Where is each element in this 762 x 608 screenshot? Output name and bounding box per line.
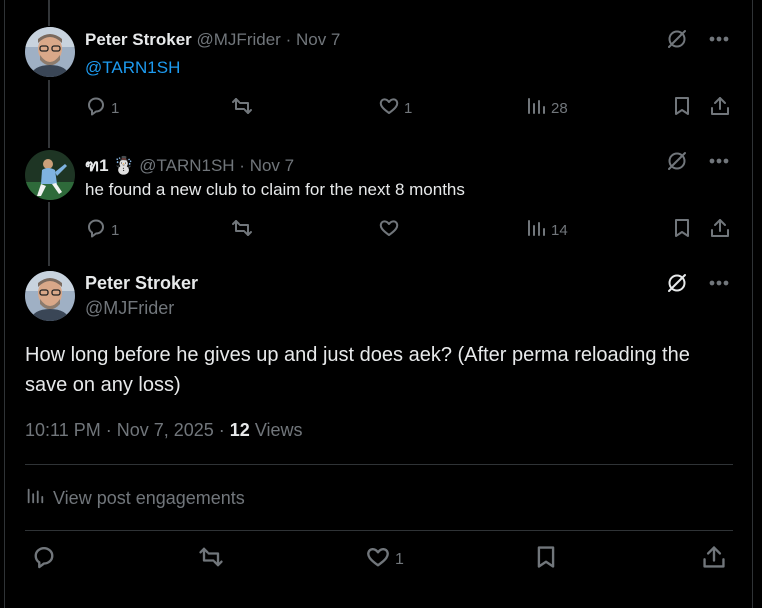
views-count: 28 (551, 99, 568, 117)
conversation-thread: Peter Stroker @MJFrider · Nov 7 @TARN1SH… (0, 0, 762, 608)
reply-count: 1 (111, 99, 120, 117)
reply-button[interactable]: 1 (85, 217, 119, 243)
engagements-label: View post engagements (53, 488, 245, 508)
repost-button[interactable] (230, 95, 258, 121)
repost-button[interactable] (230, 217, 258, 243)
divider (25, 464, 733, 465)
like-button[interactable]: 1 (365, 544, 404, 575)
avatar[interactable] (25, 27, 75, 77)
repost-icon (230, 95, 254, 121)
bookmark-icon (671, 217, 693, 243)
share-button[interactable] (709, 217, 731, 243)
thread-connector (48, 80, 50, 148)
thread-connector (48, 0, 50, 26)
post-timestamp[interactable]: 10:11 PM · Nov 7, 2025 · (25, 420, 225, 440)
bookmark-icon (671, 95, 693, 121)
post-meta: 10:11 PM · Nov 7, 2025 · 12 Views (25, 420, 303, 441)
reply-icon (85, 95, 107, 121)
author-handle[interactable]: @MJFrider (197, 30, 281, 49)
divider (25, 530, 733, 531)
repost-icon (197, 544, 225, 575)
separator-dot: · (285, 30, 292, 49)
column-border-left (4, 0, 5, 608)
action-bar: 1 1 28 (85, 95, 745, 121)
avatar[interactable] (25, 271, 75, 321)
bookmark-icon (533, 544, 559, 575)
view-engagements-link[interactable]: View post engagements (25, 486, 245, 511)
reply-icon (31, 544, 57, 575)
repost-button[interactable] (197, 544, 225, 575)
views-label: Views (254, 420, 303, 440)
post-text: he found a new club to claim for the nex… (85, 180, 465, 199)
share-icon (701, 544, 727, 575)
main-action-bar: 1 (25, 544, 733, 576)
heart-icon (378, 217, 400, 243)
post-date[interactable]: Nov 7 (250, 156, 294, 175)
action-bar: 1 14 (85, 217, 745, 243)
bookmark-button[interactable] (671, 95, 693, 121)
share-icon (709, 95, 731, 121)
views-icon (525, 217, 547, 243)
share-icon (709, 217, 731, 243)
author-name[interactable]: Peter Stroker (85, 30, 192, 49)
more-icon[interactable] (708, 150, 730, 172)
views-count: 14 (551, 221, 568, 239)
views-icon (25, 486, 45, 511)
column-border-right (752, 0, 753, 608)
author-name[interactable]: ฑ1 (85, 156, 109, 175)
post-text: How long before he gives up and just doe… (25, 344, 690, 396)
mention-link[interactable]: @TARN1SH (85, 58, 180, 77)
reply-button[interactable]: 1 (85, 95, 119, 121)
reply-button[interactable] (31, 544, 57, 575)
bookmark-button[interactable] (671, 217, 693, 243)
bookmark-button[interactable] (533, 544, 559, 575)
share-button[interactable] (701, 544, 727, 575)
heart-icon (365, 544, 391, 575)
more-icon[interactable] (708, 28, 730, 50)
more-icon[interactable] (708, 272, 730, 294)
grok-icon[interactable] (666, 28, 688, 50)
grok-icon[interactable] (666, 150, 688, 172)
grok-icon[interactable] (666, 272, 688, 294)
reply-icon (85, 217, 107, 243)
author-handle[interactable]: @MJFrider (85, 298, 174, 319)
reply-count: 1 (111, 221, 120, 239)
heart-icon (378, 95, 400, 121)
repost-icon (230, 217, 254, 243)
views-icon (525, 95, 547, 121)
separator-dot: · (239, 156, 245, 175)
views-count: 12 (229, 420, 250, 440)
views-button[interactable]: 14 (525, 217, 568, 243)
author-handle[interactable]: @TARN1SH (139, 156, 234, 175)
like-button[interactable]: 1 (378, 95, 412, 121)
share-button[interactable] (709, 95, 731, 121)
like-count: 1 (404, 99, 413, 117)
like-button[interactable] (378, 217, 404, 243)
avatar[interactable] (25, 150, 75, 200)
post-date[interactable]: Nov 7 (296, 30, 340, 49)
thread-connector (48, 202, 50, 266)
like-count: 1 (395, 550, 404, 568)
views-button[interactable]: 28 (525, 95, 568, 121)
author-name[interactable]: Peter Stroker (85, 273, 198, 294)
snowman-emoji: ☃️ (113, 156, 135, 175)
